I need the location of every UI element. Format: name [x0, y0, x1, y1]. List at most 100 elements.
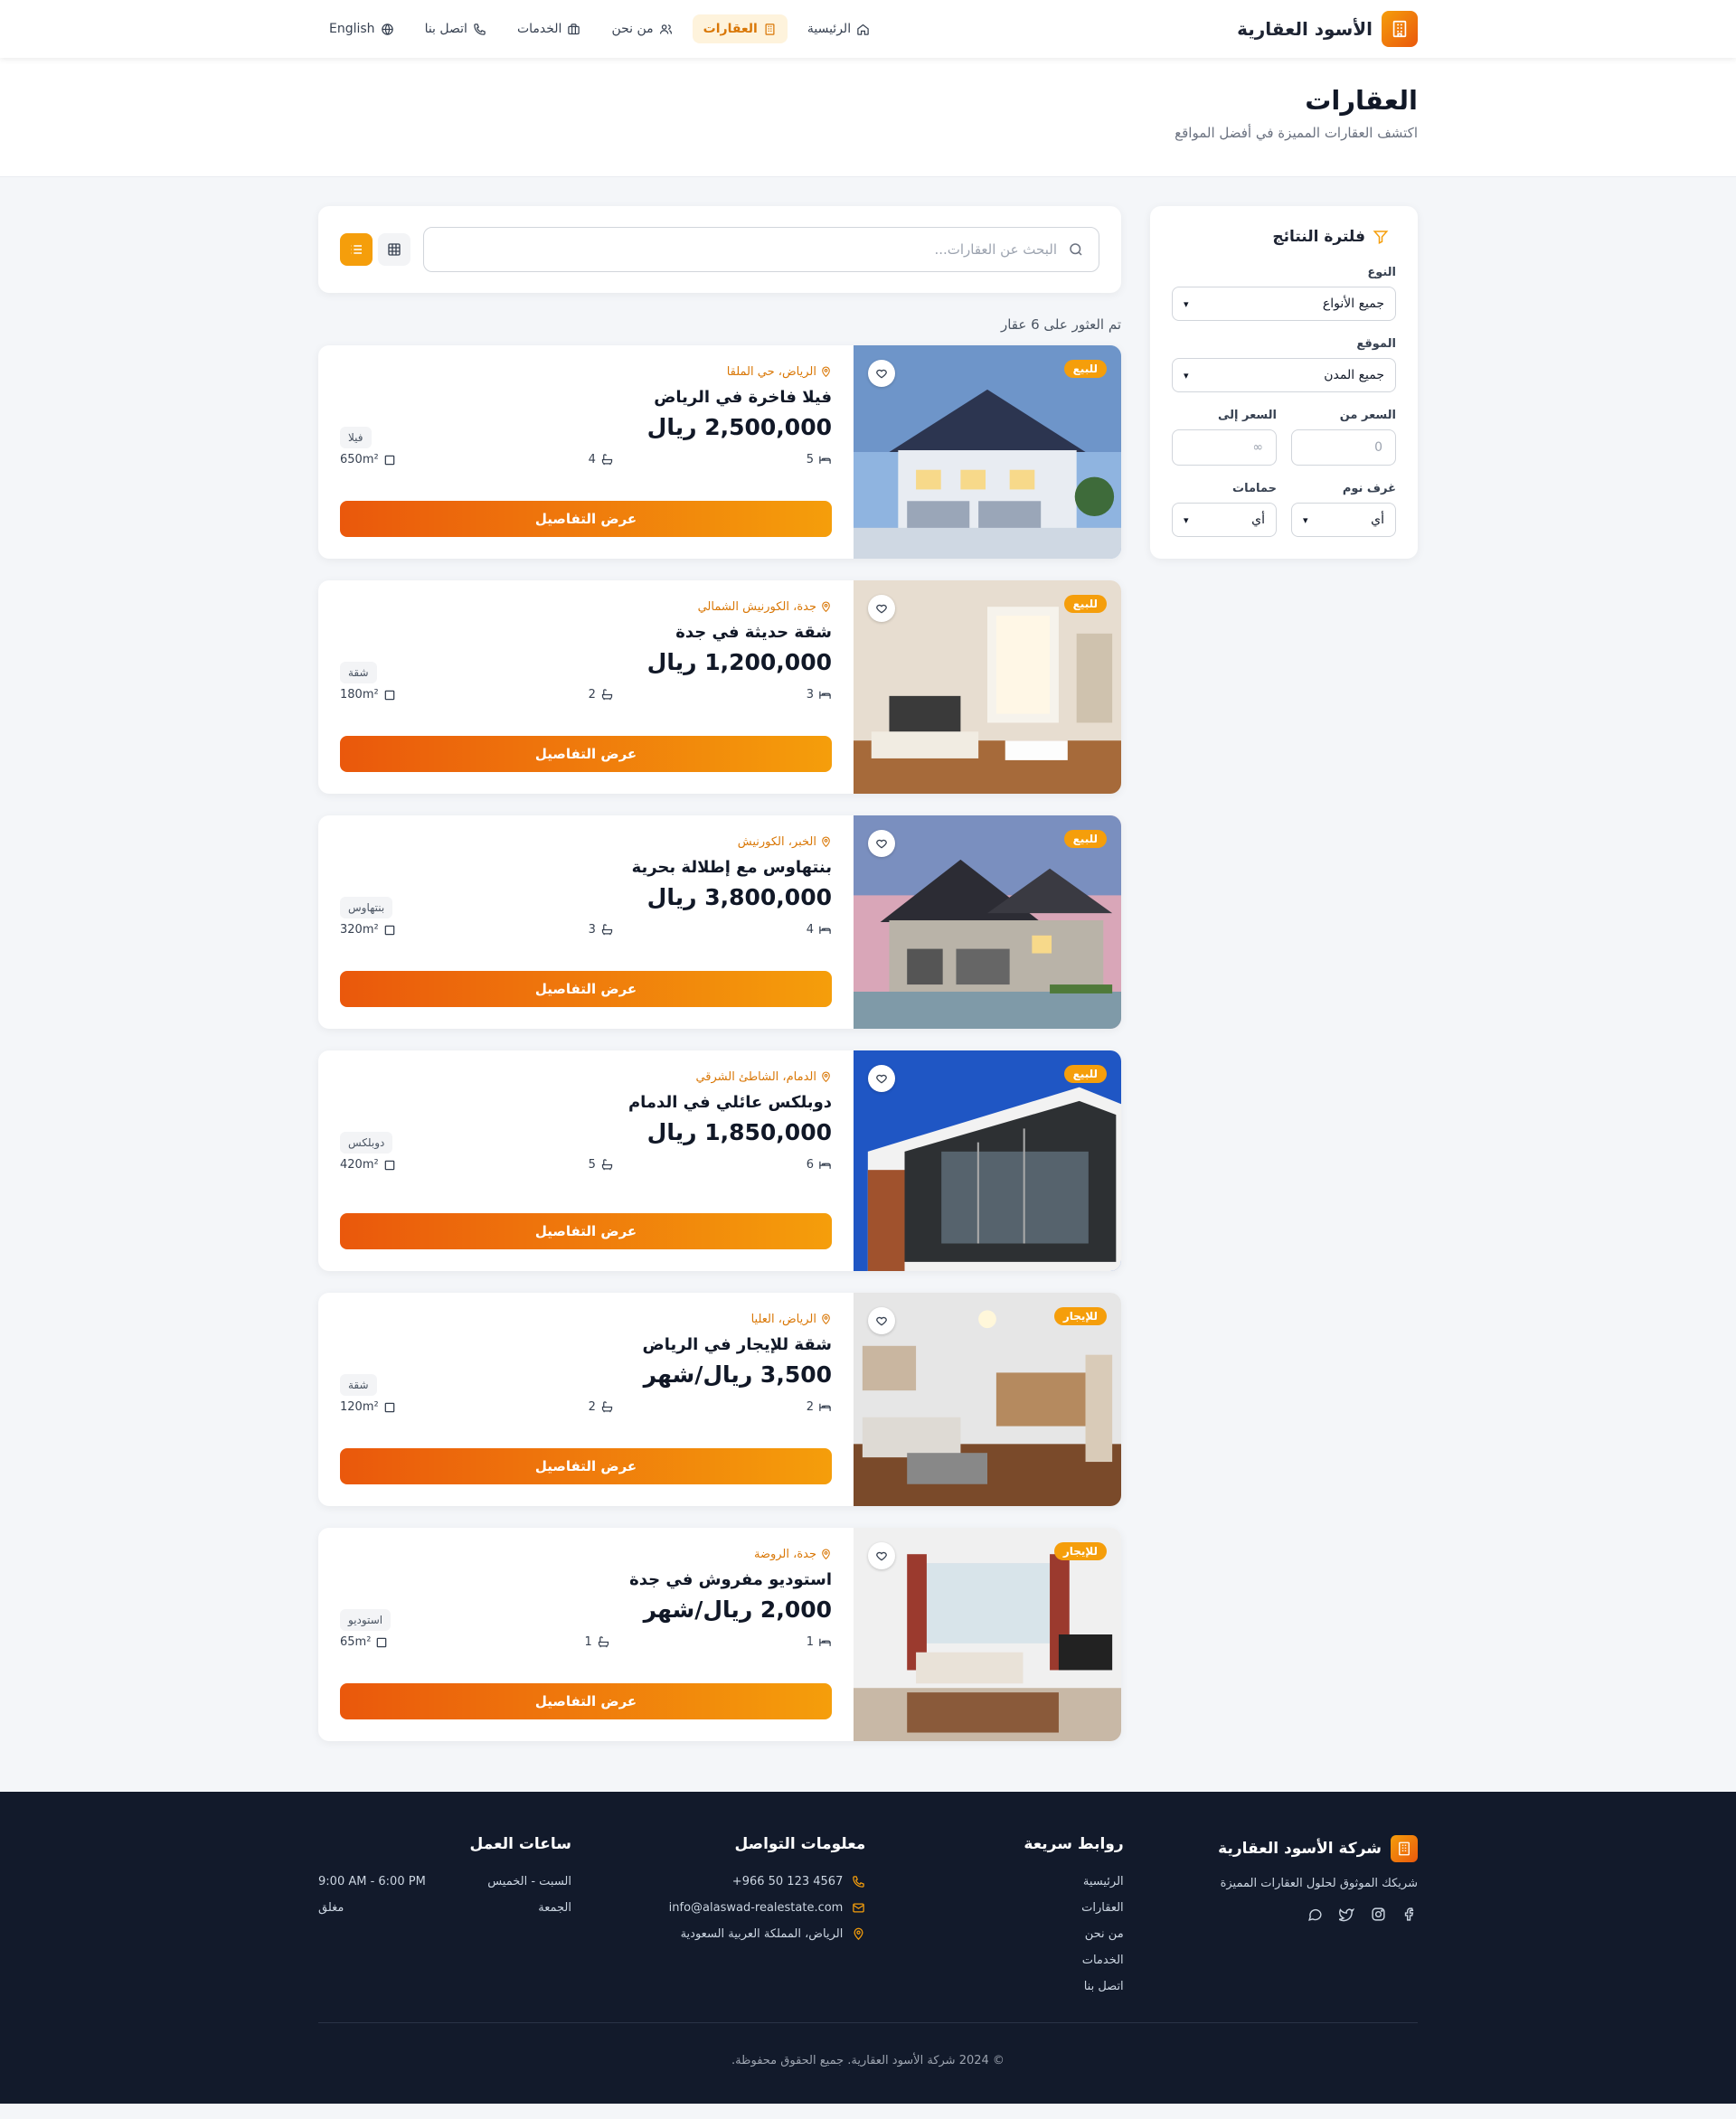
nav-links: الرئيسية العقارات من نحن الخدمات اتصل بن… — [318, 14, 881, 43]
footer-hours: ساعات العمل السبت - الخميس 9:00 AM - 6:0… — [318, 1835, 571, 2006]
quick-links-title: روابط سريعة — [1024, 1835, 1124, 1853]
page-subtitle: اكتشف العقارات المميزة في أفضل المواقع — [1175, 125, 1418, 141]
search-bar: البحث عن العقارات... — [318, 206, 1121, 293]
bath-icon — [601, 689, 612, 701]
property-location: الرياض، العليا — [340, 1313, 832, 1326]
nav-services[interactable]: الخدمات — [506, 14, 592, 43]
property-info: الرياض، العليا شقة للإيجار في الرياض 3,5… — [318, 1293, 854, 1506]
property-card[interactable]: للبيع الدمام، الشاطئ الشرقي دوبلكس عائلي… — [318, 1050, 1121, 1271]
property-type-tag: بنتهاوس — [340, 897, 393, 918]
status-badge: للإيجار — [1053, 1542, 1107, 1560]
hours-title: ساعات العمل — [469, 1835, 572, 1853]
bathrooms-label: حمامات — [1232, 482, 1277, 495]
bathrooms-stat: 2 — [589, 688, 614, 702]
bedrooms-stat: 6 — [807, 1158, 832, 1172]
footer-link-properties[interactable]: العقارات — [925, 1901, 1124, 1915]
property-image[interactable]: للبيع — [854, 580, 1121, 794]
property-image[interactable]: للبيع — [854, 1050, 1121, 1271]
footer-link-about[interactable]: من نحن — [925, 1927, 1124, 1941]
bed-icon — [819, 691, 831, 699]
property-info: جدة، الروضة استوديو مفروش في جدة 2,000 ر… — [318, 1528, 854, 1741]
property-image[interactable]: للبيع — [854, 345, 1121, 559]
property-stats: 3 2 180m² — [340, 688, 832, 702]
property-title: شقة حديثة في جدة — [675, 623, 832, 642]
footer-link-contact[interactable]: اتصل بنا — [925, 1980, 1124, 1993]
location-select[interactable]: جميع المدن ▾ — [1172, 358, 1396, 392]
footer-contact: معلومات التواصل +966 50 123 4567 info@al… — [630, 1835, 866, 2006]
language-switch[interactable]: English — [318, 14, 405, 43]
price-to-label: السعر إلى — [1217, 409, 1277, 422]
favorite-button[interactable] — [868, 360, 895, 387]
footer-phone[interactable]: +966 50 123 4567 — [630, 1875, 865, 1888]
view-details-button[interactable]: عرض التفاصيل — [340, 1213, 832, 1249]
message-icon[interactable] — [1307, 1907, 1323, 1922]
footer-link-home[interactable]: الرئيسية — [925, 1875, 1124, 1888]
instagram-icon[interactable] — [1371, 1907, 1386, 1922]
view-details-button[interactable]: عرض التفاصيل — [340, 501, 832, 537]
nav-contact[interactable]: اتصل بنا — [414, 14, 497, 43]
favorite-button[interactable] — [868, 1065, 895, 1092]
bathrooms-stat: 3 — [589, 923, 614, 937]
nav-home[interactable]: الرئيسية — [797, 14, 881, 43]
property-card[interactable]: للبيع الخبر، الكورنيش بنتهاوس مع إطلالة … — [318, 815, 1121, 1029]
view-details-button[interactable]: عرض التفاصيل — [340, 971, 832, 1007]
status-badge: للبيع — [1063, 1065, 1107, 1083]
list-view-button[interactable] — [340, 233, 373, 266]
property-image[interactable]: للبيع — [854, 815, 1121, 1029]
property-card[interactable]: للبيع الرياض، حي الملقا فيلا فاخرة في ال… — [318, 345, 1121, 559]
view-details-button[interactable]: عرض التفاصيل — [340, 1683, 832, 1719]
bath-icon — [601, 924, 612, 936]
bedrooms-stat: 1 — [807, 1635, 832, 1649]
price-from-input[interactable]: 0 — [1291, 429, 1396, 466]
bathrooms-select[interactable]: أي ▾ — [1172, 503, 1277, 537]
result-count: تم العثور على 6 عقار — [1000, 316, 1121, 333]
hours-days-friday: الجمعة — [538, 1901, 572, 1915]
mail-icon — [853, 1903, 865, 1913]
view-details-button[interactable]: عرض التفاصيل — [340, 1448, 832, 1484]
favorite-button[interactable] — [868, 1307, 895, 1334]
property-card[interactable]: للبيع جدة، الكورنيش الشمالي شقة حديثة في… — [318, 580, 1121, 794]
footer: شركة الأسود العقارية شريكك الموثوق لحلول… — [0, 1792, 1736, 2104]
square-icon — [384, 455, 395, 465]
footer-link-services[interactable]: الخدمات — [925, 1954, 1124, 1967]
area-stat: 650m² — [340, 453, 396, 466]
property-card[interactable]: للإيجار جدة، الروضة استوديو مفروش في جدة… — [318, 1528, 1121, 1741]
grid-view-button[interactable] — [378, 233, 410, 266]
property-image[interactable]: للإيجار — [854, 1293, 1121, 1506]
facebook-icon[interactable] — [1402, 1907, 1418, 1922]
filter-title: فلترة النتائج — [1172, 228, 1396, 246]
view-details-button[interactable]: عرض التفاصيل — [340, 736, 832, 772]
property-price: 3,500 ريال/شهر — [643, 1361, 832, 1388]
property-info: الرياض، حي الملقا فيلا فاخرة في الرياض 2… — [318, 345, 854, 559]
property-card[interactable]: للإيجار الرياض، العليا شقة للإيجار في ال… — [318, 1293, 1121, 1506]
bedrooms-stat: 2 — [807, 1400, 832, 1414]
property-stats: 1 1 65m² — [340, 1635, 832, 1649]
building-icon — [765, 23, 775, 35]
briefcase-icon — [568, 23, 580, 34]
property-list: للبيع الرياض، حي الملقا فيلا فاخرة في ال… — [318, 345, 1121, 1741]
property-price: 3,800,000 ريال — [646, 884, 832, 910]
bed-icon — [819, 456, 831, 464]
nav-about[interactable]: من نحن — [600, 14, 683, 43]
property-location: جدة، الروضة — [340, 1548, 832, 1561]
twitter-icon[interactable] — [1339, 1907, 1354, 1922]
property-price: 1,200,000 ريال — [646, 649, 832, 675]
bed-icon — [819, 1638, 831, 1646]
favorite-button[interactable] — [868, 595, 895, 622]
bedrooms-select[interactable]: أي ▾ — [1291, 503, 1396, 537]
nav-properties[interactable]: العقارات — [692, 14, 788, 43]
top-nav: الأسود العقارية الرئيسية العقارات من نحن… — [0, 0, 1736, 58]
bed-icon — [819, 1161, 831, 1169]
type-select[interactable]: جميع الأنواع ▾ — [1172, 287, 1396, 321]
status-badge: للبيع — [1063, 595, 1107, 613]
map-pin-icon — [822, 836, 830, 848]
footer-email[interactable]: info@alaswad-realestate.com — [630, 1901, 865, 1915]
brand[interactable]: الأسود العقارية — [1237, 11, 1418, 47]
favorite-button[interactable] — [868, 1542, 895, 1569]
favorite-button[interactable] — [868, 830, 895, 857]
users-icon — [659, 24, 672, 34]
property-image[interactable]: للإيجار — [854, 1528, 1121, 1741]
search-input[interactable]: البحث عن العقارات... — [423, 227, 1099, 272]
grid-icon — [388, 243, 401, 256]
price-to-input[interactable]: ∞ — [1172, 429, 1277, 466]
